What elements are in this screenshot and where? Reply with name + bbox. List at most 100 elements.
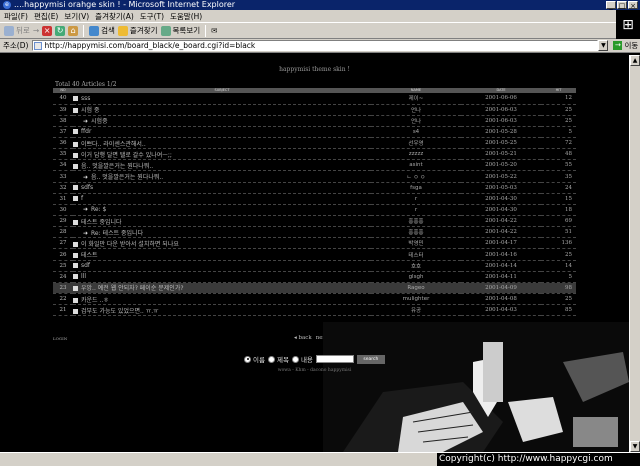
- row-subject[interactable]: 음.. 멋을깔은거는 뭔다나뭐..: [91, 174, 163, 181]
- address-input[interactable]: http://happymisi.com/board_black/e_board…: [32, 40, 599, 51]
- row-subject[interactable]: 검부도 가능도 있었으면.. ㅠ.ㅠ: [81, 308, 159, 315]
- row-name[interactable]: 호호: [371, 260, 461, 272]
- home-button[interactable]: ⌂: [68, 25, 79, 36]
- maximize-button[interactable]: □: [617, 1, 627, 10]
- row-subject-cell: 이거 답행 달면 탤로 갈수 있나여ㅡ;;: [73, 148, 371, 161]
- table-row[interactable]: 24 lll glsgh 2001-04-11 5: [53, 271, 576, 283]
- menu-bar: 파일(F) 편집(E) 보기(V) 즐겨찾기(A) 도구(T) 도움말(H): [0, 10, 640, 23]
- row-name[interactable]: 박영민: [371, 237, 461, 250]
- table-row[interactable]: 21 검부도 가능도 있었으면.. ㅠ.ㅠ 유공 2001-04-03 85: [53, 304, 576, 317]
- table-row[interactable]: 32 sdfs fsga 2001-05-03 24: [53, 182, 576, 194]
- back-page-link[interactable]: ◂ back: [294, 335, 312, 341]
- table-row[interactable]: 37 ffdr s4 2001-05-28 5: [53, 126, 576, 139]
- forward-button[interactable]: →: [33, 26, 39, 35]
- row-name[interactable]: 유공: [371, 304, 461, 317]
- row-subject[interactable]: sss: [81, 95, 90, 102]
- row-name[interactable]: Rageo: [371, 282, 461, 295]
- row-name[interactable]: 홍홍홍: [371, 215, 461, 228]
- mail-button[interactable]: ✉: [211, 26, 217, 35]
- history-button[interactable]: 목록보기: [160, 25, 200, 36]
- table-row[interactable]: 22 카운드 ..ㅎ mulighter 2001-04-08 25: [53, 293, 576, 306]
- menu-favorites[interactable]: 즐겨찾기(A): [95, 10, 134, 22]
- menu-view[interactable]: 보기(V): [64, 10, 89, 22]
- menu-file[interactable]: 파일(F): [4, 10, 28, 22]
- menu-help[interactable]: 도움말(H): [170, 10, 202, 22]
- search-input[interactable]: [315, 355, 354, 363]
- row-name[interactable]: glsgh: [371, 271, 461, 283]
- row-subject[interactable]: 이거 답행 달면 탤로 갈수 있나여ㅡ;;: [81, 152, 172, 159]
- table-row[interactable]: 23 우앙.. 예전 웹 안되자? 페이순 문제인가? Rageo 2001-04-0…: [53, 282, 576, 295]
- row-subject[interactable]: 이 화일만 다운 받아서 설치하면 되나요: [81, 241, 179, 248]
- table-row[interactable]: 33 ➜ 음.. 멋을깔은거는 뭔다나뭐.. ㄴ ㅇ ㅇ 2001-05-22 35: [53, 170, 576, 183]
- table-row[interactable]: 39 시험 중 언나 2001-06-03 25: [53, 104, 576, 116]
- table-row[interactable]: 27 이 화일만 다운 받아서 설치하면 되나요 박영민 2001-04-17 136: [53, 237, 576, 250]
- address-dropdown-button[interactable]: ▼: [598, 40, 609, 51]
- reply-arrow-icon: ➜: [83, 118, 89, 126]
- stop-button[interactable]: ×: [42, 25, 53, 36]
- table-row[interactable]: 36 이쁘다.. 라이센스관해서.. 선우영 2001-05-25 72: [53, 137, 576, 150]
- row-date: 2001-04-30: [461, 204, 541, 217]
- table-row[interactable]: 30 ➜ Re: $ r 2001-04-30 18: [53, 204, 576, 217]
- row-name[interactable]: asint: [371, 159, 461, 172]
- row-name[interactable]: 언나: [371, 104, 461, 116]
- menu-edit[interactable]: 편집(E): [34, 10, 58, 22]
- login-link[interactable]: LOGIN: [53, 336, 67, 341]
- row-subject[interactable]: Re: 테스트 중입니다: [91, 230, 143, 237]
- copyright-watermark: Copyright(c) http://www.happycgi.com: [437, 453, 640, 466]
- refresh-button[interactable]: ↻: [55, 25, 66, 36]
- row-subject[interactable]: 우앙.. 예전 웹 안되자? 페이순 문제인가?: [81, 285, 184, 292]
- table-row[interactable]: 35 이거 답행 달면 탤로 갈수 있나여ㅡ;; zzzzz 2001-05-21 48: [53, 148, 576, 161]
- table-row[interactable]: 28 ➜ Re: 테스트 중입니다 홍홍홍 2001-04-22 51: [53, 226, 576, 239]
- table-row[interactable]: 29 테스트 중입니다 홍홍홍 2001-04-22 69: [53, 215, 576, 228]
- table-row[interactable]: 31 f r 2001-04-30 15: [53, 193, 576, 205]
- row-name[interactable]: mulighter: [371, 293, 461, 306]
- favorites-button[interactable]: 즐겨찾기: [117, 25, 158, 36]
- table-row[interactable]: 40 sss 제이~ 2001-06-06 12: [53, 93, 576, 105]
- row-subject[interactable]: ffdr: [81, 128, 91, 135]
- row-subject[interactable]: 테스트: [81, 252, 98, 259]
- search-option-content[interactable]: 내용: [291, 354, 313, 364]
- row-subject[interactable]: lll: [81, 273, 86, 280]
- table-row[interactable]: 38 ➜ 시험중 언나 2001-06-03 25: [53, 115, 576, 127]
- row-subject[interactable]: Re: $: [91, 206, 106, 213]
- scroll-down-icon[interactable]: ▼: [630, 441, 640, 452]
- row-name[interactable]: r: [371, 204, 461, 217]
- row-name[interactable]: s4: [371, 126, 461, 139]
- menu-tools[interactable]: 도구(T): [140, 10, 164, 22]
- row-name[interactable]: zzzzz: [371, 148, 461, 161]
- minimize-button[interactable]: _: [606, 1, 616, 10]
- search-button[interactable]: 검색: [89, 25, 115, 36]
- toolbar: 뒤로 → × ↻ ⌂ 검색 즐겨찾기 목록보기 ✉: [0, 23, 640, 39]
- vertical-scrollbar[interactable]: ▲ ▼: [629, 55, 640, 452]
- search-button[interactable]: search: [356, 354, 385, 364]
- row-num: 34: [53, 159, 73, 172]
- search-option-title[interactable]: 제목: [267, 354, 289, 364]
- row-name[interactable]: 테스터: [371, 248, 461, 261]
- back-button[interactable]: 뒤로: [4, 25, 30, 36]
- row-subject[interactable]: 음.. 멋을깔은거는 뭔다나뭐..: [81, 163, 153, 170]
- row-name[interactable]: 언나: [371, 115, 461, 127]
- go-button[interactable]: → 이동: [613, 40, 638, 51]
- table-row[interactable]: 26 테스트 테스터 2001-04-16 25: [53, 248, 576, 261]
- table-row[interactable]: 25 sdf 호호 2001-04-14 14: [53, 260, 576, 272]
- row-subject[interactable]: 테스트 중입니다: [81, 219, 122, 226]
- row-subject[interactable]: 시험중: [91, 118, 108, 125]
- row-subject[interactable]: f: [81, 195, 83, 202]
- row-subject[interactable]: 시험 중: [81, 107, 99, 114]
- row-name[interactable]: 홍홍홍: [371, 226, 461, 239]
- row-name[interactable]: r: [371, 193, 461, 205]
- row-subject[interactable]: 이쁘다.. 라이센스관해서..: [81, 141, 146, 148]
- row-name[interactable]: 선우영: [371, 137, 461, 150]
- mail-icon: ✉: [211, 26, 218, 35]
- table-row[interactable]: 34 음.. 멋을깔은거는 뭔다나뭐.. asint 2001-05-20 55: [53, 159, 576, 172]
- search-option-name[interactable]: 이름: [244, 354, 265, 364]
- row-subject[interactable]: 카운드 ..ㅎ: [81, 297, 109, 304]
- row-name[interactable]: fsga: [371, 182, 461, 194]
- row-hit: 18: [541, 204, 576, 217]
- scroll-up-icon[interactable]: ▲: [630, 55, 640, 66]
- row-subject[interactable]: sdfs: [81, 184, 93, 191]
- close-button[interactable]: ×: [628, 1, 638, 10]
- row-name[interactable]: 제이~: [371, 93, 461, 105]
- row-subject[interactable]: sdf: [81, 262, 90, 269]
- row-name[interactable]: ㄴ ㅇ ㅇ: [371, 170, 461, 183]
